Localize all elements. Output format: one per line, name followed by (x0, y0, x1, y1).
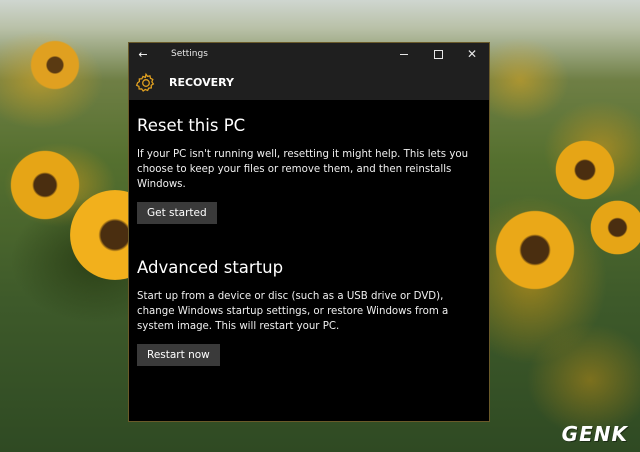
background-sunflower (30, 40, 80, 90)
watermark-logo: GENK (561, 422, 628, 446)
background-sunflower (590, 200, 640, 255)
content-area: Reset this PC If your PC isn't running w… (129, 100, 489, 366)
advanced-startup-section: Advanced startup Start up from a device … (137, 258, 489, 366)
restart-now-button[interactable]: Restart now (137, 344, 220, 366)
advanced-section-description: Start up from a device or disc (such as … (137, 291, 449, 332)
maximize-button[interactable] (421, 43, 455, 65)
title-bar: ← Settings ✕ (129, 43, 489, 65)
gear-icon (135, 72, 155, 92)
window-title: Settings (171, 49, 208, 59)
background-sunflower (555, 140, 615, 200)
close-icon: ✕ (466, 47, 478, 61)
page-header: RECOVERY (129, 65, 489, 100)
background-sunflower (10, 150, 80, 220)
reset-section-title: Reset this PC (137, 116, 246, 135)
advanced-section-title: Advanced startup (137, 258, 284, 277)
minimize-button[interactable] (387, 43, 421, 65)
reset-section-description: If your PC isn't running well, resetting… (137, 149, 469, 190)
close-button[interactable]: ✕ (455, 43, 489, 65)
get-started-button[interactable]: Get started (137, 202, 217, 224)
settings-window: ← Settings ✕ RECOVERY Reset this PC If y… (128, 42, 490, 422)
reset-section: Reset this PC If your PC isn't running w… (137, 116, 489, 224)
page-title: RECOVERY (169, 76, 234, 89)
background-sunflower (495, 210, 575, 290)
back-button[interactable]: ← (129, 43, 157, 65)
arrow-left-icon: ← (138, 47, 148, 61)
